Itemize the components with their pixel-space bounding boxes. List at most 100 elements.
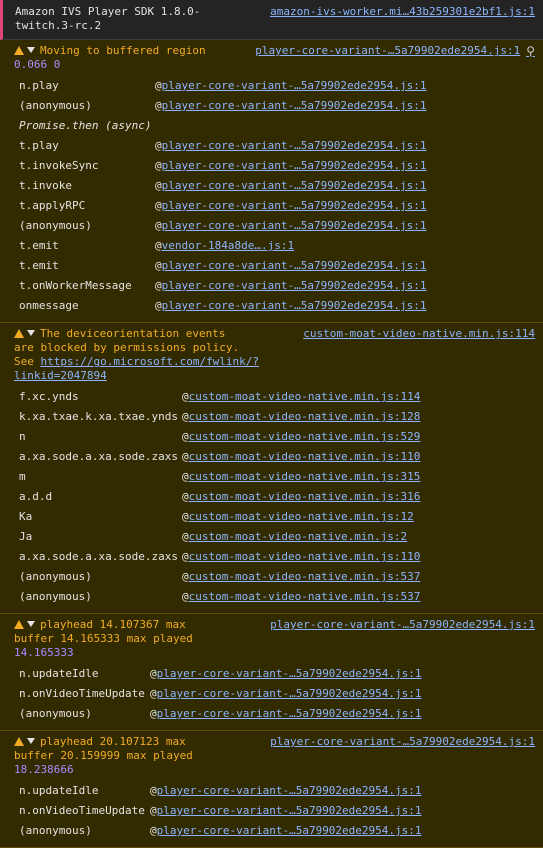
- frame-location-link[interactable]: player-core-variant-…5a79902ede2954.js:1: [157, 801, 422, 821]
- console-message-warning: The deviceorientation events are blocked…: [0, 323, 543, 614]
- stack-frame: (anonymous) @ custom-moat-video-native.min…: [14, 567, 535, 587]
- stack-frame: t.applyRPC @ player-core-variant-…5a79902e…: [14, 196, 535, 216]
- at-sign: @: [182, 410, 189, 423]
- source-link[interactable]: player-core-variant-…5a79902ede2954.js:1: [270, 618, 535, 632]
- warning-text: Moving to buffered region: [40, 44, 206, 57]
- frame-function: (anonymous): [19, 707, 92, 720]
- frame-location-link[interactable]: custom-moat-video-native.min.js:2: [189, 527, 408, 547]
- frame-function: n.updateIdle: [19, 784, 99, 797]
- message-text: Moving to buffered region 0.066 0: [14, 44, 206, 72]
- frame-location-link[interactable]: custom-moat-video-native.min.js:114: [189, 387, 421, 407]
- warning-values: 0.066 0: [14, 58, 61, 71]
- stack-frame: (anonymous) @ player-core-variant-…5a79902…: [14, 96, 535, 116]
- stack-frame: n.updateIdle @ player-core-variant-…5a7990…: [14, 781, 535, 801]
- frame-location-link[interactable]: player-core-variant-…5a79902ede2954.js:1: [157, 684, 422, 704]
- frame-function: Ka: [19, 510, 33, 523]
- frame-function: (anonymous): [19, 99, 92, 112]
- stack-frame: t.invokeSync @ player-core-variant-…5a7990…: [14, 156, 535, 176]
- at-sign: @: [182, 510, 189, 523]
- console-message-warning: playhead 20.107123 max buffer 20.159999 …: [0, 731, 543, 848]
- frame-function: (anonymous): [19, 219, 92, 232]
- warning-values: 14.165333: [14, 646, 74, 659]
- at-sign: @: [150, 784, 157, 797]
- frame-location-link[interactable]: custom-moat-video-native.min.js:315: [189, 467, 421, 487]
- frame-location-link[interactable]: vendor-184a8de….js:1: [162, 236, 294, 256]
- frame-function: Ja: [19, 530, 33, 543]
- frame-location-link[interactable]: player-core-variant-…5a79902ede2954.js:1: [162, 156, 427, 176]
- frame-function: t.emit: [19, 239, 59, 252]
- warning-text: playhead 14.107367 max: [40, 618, 186, 631]
- console-message-warning: Moving to buffered region 0.066 0 player…: [0, 40, 543, 323]
- expand-triangle-icon[interactable]: [27, 47, 35, 53]
- frame-location-link[interactable]: player-core-variant-…5a79902ede2954.js:1: [162, 176, 427, 196]
- at-sign: @: [182, 570, 189, 583]
- message-text: playhead 20.107123 max buffer 20.159999 …: [14, 735, 193, 777]
- frame-location-link[interactable]: custom-moat-video-native.min.js:110: [189, 547, 421, 567]
- frame-location-link[interactable]: player-core-variant-…5a79902ede2954.js:1: [157, 704, 422, 724]
- source-link-label[interactable]: player-core-variant-…5a79902ede2954.js:1: [270, 618, 535, 632]
- expand-triangle-icon[interactable]: [27, 621, 35, 627]
- message-text: Amazon IVS Player SDK 1.8.0- twitch.3-rc…: [15, 5, 201, 32]
- stack-trace: n.updateIdle @ player-core-variant-…5a7990…: [14, 781, 535, 841]
- warning-text: are blocked by permissions policy.: [14, 341, 240, 354]
- frame-location-link[interactable]: player-core-variant-…5a79902ede2954.js:1: [162, 96, 427, 116]
- at-sign: @: [155, 199, 162, 212]
- frame-location-link[interactable]: custom-moat-video-native.min.js:537: [189, 587, 421, 607]
- frame-location-link[interactable]: player-core-variant-…5a79902ede2954.js:1: [162, 296, 427, 316]
- help-link[interactable]: https://go.microsoft.com/fwlink/?linkid=…: [14, 355, 259, 382]
- frame-function: (anonymous): [19, 590, 92, 603]
- stack-frame: m @ custom-moat-video-native.min.js:315: [14, 467, 535, 487]
- at-sign: @: [155, 259, 162, 272]
- at-sign: @: [150, 824, 157, 837]
- frame-location-link[interactable]: player-core-variant-…5a79902ede2954.js:1: [162, 76, 427, 96]
- frame-location-link[interactable]: player-core-variant-…5a79902ede2954.js:1: [162, 216, 427, 236]
- source-link[interactable]: amazon-ivs-worker.mi…43b259301e2bf1.js:1: [270, 5, 535, 19]
- frame-location-link[interactable]: custom-moat-video-native.min.js:12: [189, 507, 414, 527]
- stack-frame: k.xa.txae.k.xa.txae.ynds @ custom-moat-vid…: [14, 407, 535, 427]
- frame-location-link[interactable]: custom-moat-video-native.min.js:529: [189, 427, 421, 447]
- expand-triangle-icon[interactable]: [27, 330, 35, 336]
- at-sign: @: [155, 179, 162, 192]
- at-sign: @: [155, 219, 162, 232]
- source-link[interactable]: custom-moat-video-native.min.js:114: [303, 327, 535, 341]
- at-sign: @: [150, 804, 157, 817]
- source-link-label[interactable]: custom-moat-video-native.min.js:114: [303, 327, 535, 341]
- stack-frame: f.xc.ynds @ custom-moat-video-native.min.j…: [14, 387, 535, 407]
- warning-icon: [14, 46, 24, 55]
- at-sign: @: [155, 239, 162, 252]
- stack-frame-async: Promise.then (async): [14, 116, 535, 136]
- search-icon[interactable]: ⚲: [526, 44, 535, 58]
- source-link[interactable]: player-core-variant-…5a79902ede2954.js:1: [270, 735, 535, 749]
- frame-location-link[interactable]: custom-moat-video-native.min.js:316: [189, 487, 421, 507]
- frame-function: a.xa.sode.a.xa.sode.zaxs: [19, 550, 178, 563]
- frame-function: n.play: [19, 79, 59, 92]
- frame-function: t.applyRPC: [19, 199, 86, 212]
- frame-location-link[interactable]: custom-moat-video-native.min.js:537: [189, 567, 421, 587]
- console-message-info: Amazon IVS Player SDK 1.8.0- twitch.3-rc…: [0, 0, 543, 40]
- stack-frame: (anonymous) @ custom-moat-video-native.min…: [14, 587, 535, 607]
- at-sign: @: [182, 590, 189, 603]
- frame-location-link[interactable]: player-core-variant-…5a79902ede2954.js:1: [157, 781, 422, 801]
- source-link-label[interactable]: amazon-ivs-worker.mi…43b259301e2bf1.js:1: [270, 5, 535, 19]
- frame-location-link[interactable]: player-core-variant-…5a79902ede2954.js:1: [162, 256, 427, 276]
- frame-location-link[interactable]: player-core-variant-…5a79902ede2954.js:1: [157, 821, 422, 841]
- source-link-label[interactable]: player-core-variant-…5a79902ede2954.js:1: [255, 44, 520, 58]
- frame-location-link[interactable]: player-core-variant-…5a79902ede2954.js:1: [162, 136, 427, 156]
- frame-location-link[interactable]: custom-moat-video-native.min.js:128: [189, 407, 421, 427]
- stack-frame: (anonymous) @ player-core-variant-…5a79902…: [14, 821, 535, 841]
- stack-frame: n.onVideoTimeUpdate @ player-core-variant-…: [14, 684, 535, 704]
- source-link-label[interactable]: player-core-variant-…5a79902ede2954.js:1: [270, 735, 535, 749]
- frame-location-link[interactable]: player-core-variant-…5a79902ede2954.js:1: [162, 196, 427, 216]
- frame-location-link[interactable]: custom-moat-video-native.min.js:110: [189, 447, 421, 467]
- source-link[interactable]: player-core-variant-…5a79902ede2954.js:1…: [255, 44, 535, 58]
- stack-frame: n.updateIdle @ player-core-variant-…5a7990…: [14, 664, 535, 684]
- frame-location-link[interactable]: player-core-variant-…5a79902ede2954.js:1: [157, 664, 422, 684]
- expand-triangle-icon[interactable]: [27, 738, 35, 744]
- frame-location-link[interactable]: player-core-variant-…5a79902ede2954.js:1: [162, 276, 427, 296]
- at-sign: @: [155, 79, 162, 92]
- stack-frame: n.onVideoTimeUpdate @ player-core-variant-…: [14, 801, 535, 821]
- frame-function: onmessage: [19, 299, 79, 312]
- frame-function: t.invokeSync: [19, 159, 99, 172]
- frame-function: (anonymous): [19, 570, 92, 583]
- stack-trace: n.updateIdle @ player-core-variant-…5a7990…: [14, 664, 535, 724]
